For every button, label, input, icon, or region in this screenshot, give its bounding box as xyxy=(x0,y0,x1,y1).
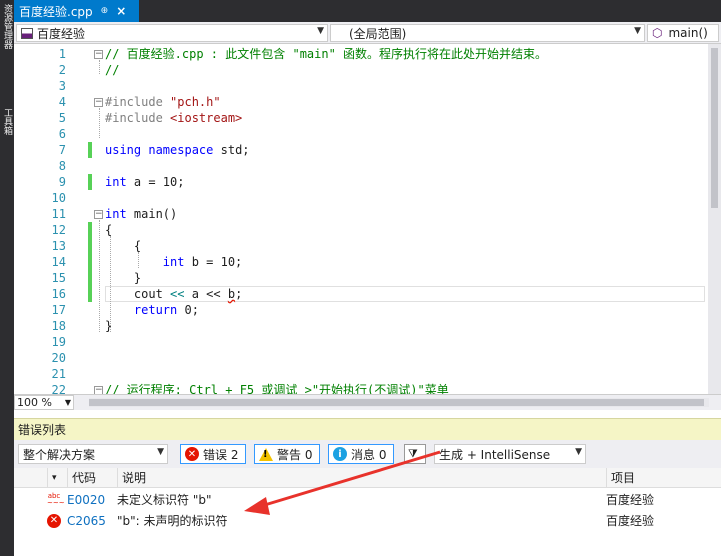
annotation-arrow xyxy=(244,450,441,515)
